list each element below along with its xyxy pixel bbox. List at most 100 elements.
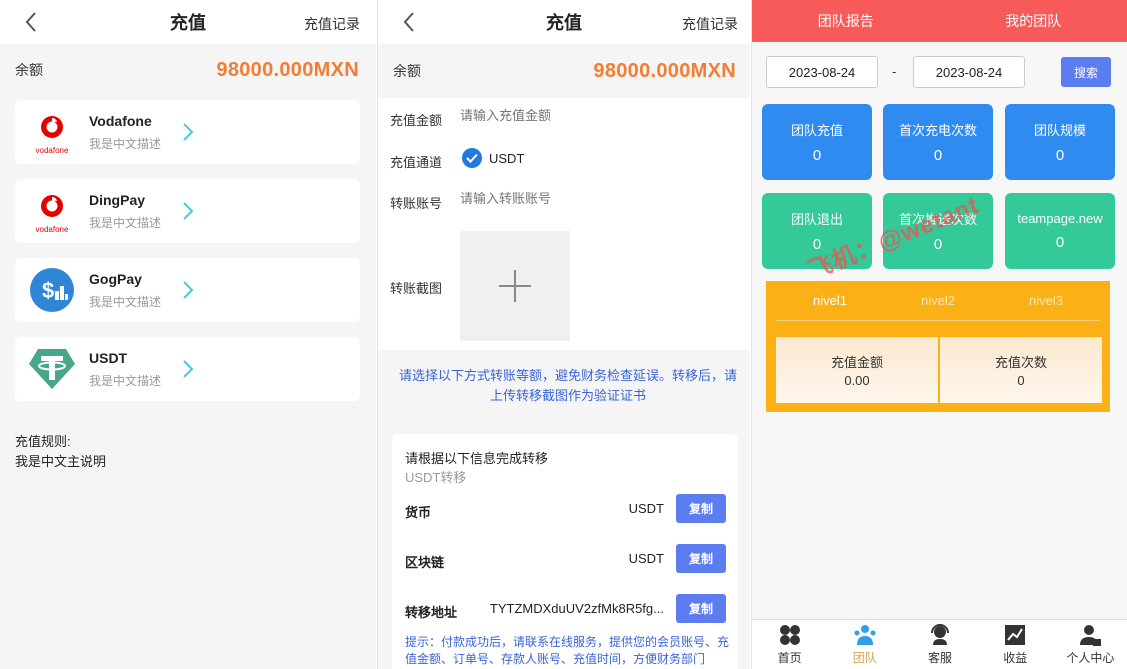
address-value: TYTZMDXduUV2zfMk8R5fg... [489,601,664,616]
balance-row: 余额 98000.000MXN [378,44,750,98]
transfer-form: 充值金额 充值通道 USDT 转账账号 转账截图 [378,98,750,350]
recharge-methods-panel: 充值 充值记录 余额 98000.000MXN vodafone Vodafon… [0,0,376,669]
nav-label: 收益 [1003,651,1028,665]
amount-label: 充值金额 [390,113,443,128]
date-from-input[interactable]: 2023-08-24 [766,56,878,88]
rules-text: 我是中文主说明 [15,454,107,469]
nav-label: 个人中心 [1066,651,1115,665]
tab-nivel3[interactable]: nivel3 [992,281,1100,320]
recharge-header: 充值 充值记录 [0,0,376,44]
level-tabs: nivel1 nivel2 nivel3 [776,281,1100,321]
payment-method-gogpay[interactable]: $ GogPay 我是中文描述 [15,258,360,322]
balance-value: 98000.000MXN [593,59,736,82]
date-separator: - [892,64,897,79]
stat-team-withdraw: 团队退出 0 [762,193,872,269]
recharge-history-link[interactable]: 充值记录 [304,14,360,34]
transfer-form-panel: 充值 充值记录 余额 98000.000MXN 充值金额 充值通道 USDT 转… [377,0,750,669]
profile-icon [1080,625,1102,646]
rules-title: 充值规则: [15,434,71,449]
recharge-history-link[interactable]: 充值记录 [682,14,738,34]
nav-earnings[interactable]: 收益 [978,620,1053,669]
svg-text:vodafone: vodafone [36,225,69,234]
info-subtitle: USDT转移 [405,470,467,485]
nav-label: 客服 [928,651,953,665]
nav-support[interactable]: 客服 [902,620,977,669]
nav-label: 团队 [852,651,877,665]
upload-screenshot-button[interactable] [460,231,570,341]
tether-logo-icon [27,344,77,394]
screenshot-label: 转账截图 [390,281,443,296]
gogpay-logo-icon: $ [27,265,77,315]
stat-label: 首次充电次数 [898,123,977,138]
stat-label: teampage.new [1017,211,1103,226]
chevron-right-icon [183,202,194,220]
date-to-input[interactable]: 2023-08-24 [913,56,1025,88]
tab-nivel1[interactable]: nivel1 [776,281,884,320]
channel-label: 充值通道 [390,155,443,170]
currency-value: USDT [628,501,664,516]
method-text: USDT 我是中文描述 [89,350,181,389]
info-title: 请根据以下信息完成转移 [405,451,549,466]
svg-text:$: $ [42,278,54,303]
balance-label: 余额 [15,62,43,78]
stat-team-recharge: 团队充值 0 [762,104,872,180]
stat-team-size: 团队规模 0 [1005,104,1115,180]
tab-team-report[interactable]: 团队报告 [752,0,940,42]
blockchain-value: USDT [628,551,664,566]
page-title: 充值 [546,13,582,33]
team-icon [854,625,876,645]
level-stat-label: 充值次数 [994,355,1047,370]
account-input[interactable] [460,191,710,206]
stat-value: 0 [812,147,822,164]
level-stat-label: 充值金额 [830,355,883,370]
check-circle-icon[interactable] [462,148,482,168]
copy-address-button[interactable]: 复制 [676,594,726,623]
back-arrow-icon[interactable] [24,11,38,33]
nav-home[interactable]: 首页 [752,620,827,669]
payment-tip: 提示：付款成功后，请联系在线服务，提供您的会员账号、充值金额、订单号、存款人账号… [405,635,730,666]
copy-blockchain-button[interactable]: 复制 [676,544,726,573]
transfer-notice: 请选择以下方式转账等额，避免财务检查延误。转移后，请上传转移截图作为验证证书 [398,368,737,403]
copy-currency-button[interactable]: 复制 [676,494,726,523]
address-label: 转移地址 [405,605,458,620]
amount-input[interactable] [460,108,710,123]
plus-icon [499,270,531,302]
method-desc: 我是中文描述 [89,294,162,309]
level-stat-value: 0 [1017,373,1025,388]
method-text: Vodafone 我是中文描述 [89,113,181,152]
tab-my-team[interactable]: 我的团队 [940,0,1127,42]
stat-teampage-new: teampage.new 0 [1005,193,1115,269]
stat-first-push-count: 首次推送次数 0 [883,193,993,269]
level-stat-value: 0.00 [844,373,870,388]
method-text: GogPay 我是中文描述 [89,271,181,310]
method-name: DingPay [89,191,146,208]
stat-value: 0 [1055,147,1065,164]
stat-label: 团队退出 [790,212,843,227]
payment-method-dingpay[interactable]: vodafone DingPay 我是中文描述 [15,179,360,243]
back-arrow-icon[interactable] [402,11,416,33]
currency-label: 货币 [405,505,432,520]
nav-profile[interactable]: 个人中心 [1053,620,1127,669]
method-text: DingPay 我是中文描述 [89,192,181,231]
payment-method-vodafone[interactable]: vodafone Vodafone 我是中文描述 [15,100,360,164]
balance-value: 98000.000MXN [216,58,359,81]
svg-text:vodafone: vodafone [36,146,69,155]
payment-method-usdt[interactable]: USDT 我是中文描述 [15,337,360,401]
method-desc: 我是中文描述 [89,373,162,388]
chevron-right-icon [183,281,194,299]
level-recharge-amount: 充值金额 0.00 [776,337,938,403]
balance-row: 余额 98000.000MXN [0,44,376,96]
stat-value: 0 [933,236,943,253]
stat-first-recharge-count: 首次充电次数 0 [883,104,993,180]
chevron-right-icon [183,360,194,378]
nav-team[interactable]: 团队 [827,620,902,669]
method-name: Vodafone [89,112,152,129]
vodafone-logo-icon: vodafone [27,186,77,236]
stat-label: 团队充值 [790,123,843,138]
search-button[interactable]: 搜索 [1061,57,1111,87]
chevron-right-icon [183,123,194,141]
tab-nivel2[interactable]: nivel2 [884,281,992,320]
stat-value: 0 [933,147,943,164]
account-label: 转账账号 [390,196,443,211]
vodafone-logo-icon: vodafone [27,107,77,157]
